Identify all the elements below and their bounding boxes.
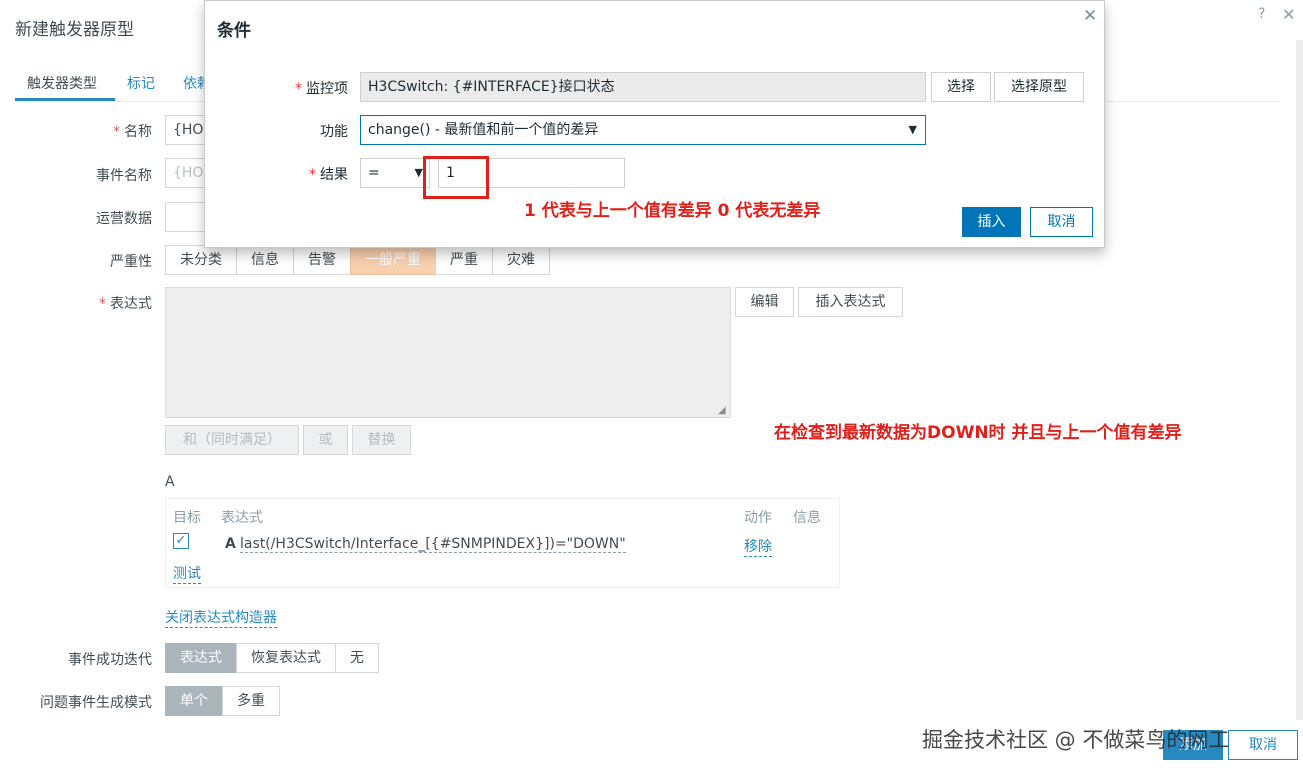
required-mark: * [309, 167, 316, 183]
insert-button[interactable]: 插入 [962, 207, 1021, 237]
expression-annotation: 在检查到最新数据为DOWN时 并且与上一个值有差异 [774, 423, 1182, 443]
result-highlight-box [423, 156, 489, 199]
select-button[interactable]: 选择 [931, 72, 991, 102]
dialog-cancel-button[interactable]: 取消 [1030, 207, 1093, 237]
operator-select[interactable]: = ▼ [360, 158, 430, 188]
dialog-close-icon[interactable]: ✕ [1083, 6, 1097, 26]
result-annotation: 1 代表与上一个值有差异 0 代表无差异 [524, 201, 821, 221]
item-label: * 监控项 [245, 78, 348, 98]
dialog-title: 条件 [217, 21, 251, 41]
result-label: * 结果 [245, 164, 348, 184]
item-input[interactable]: H3CSwitch: {#INTERFACE}接口状态 [360, 72, 926, 102]
required-mark: * [295, 81, 302, 97]
function-select-value: change() - 最新值和前一个值的差异 [368, 122, 599, 138]
item-label-text: 监控项 [306, 81, 348, 97]
function-select[interactable]: change() - 最新值和前一个值的差异 ▼ [360, 115, 926, 145]
chevron-down-icon: ▼ [908, 123, 917, 136]
chevron-down-icon: ▼ [414, 166, 423, 179]
select-prototype-button[interactable]: 选择原型 [994, 72, 1084, 102]
operator-value: = [368, 165, 380, 181]
watermark: 掘金技术社区 @ 不做菜鸟的网工 [922, 728, 1230, 752]
function-label: 功能 [320, 124, 348, 140]
result-label-text: 结果 [320, 167, 348, 183]
